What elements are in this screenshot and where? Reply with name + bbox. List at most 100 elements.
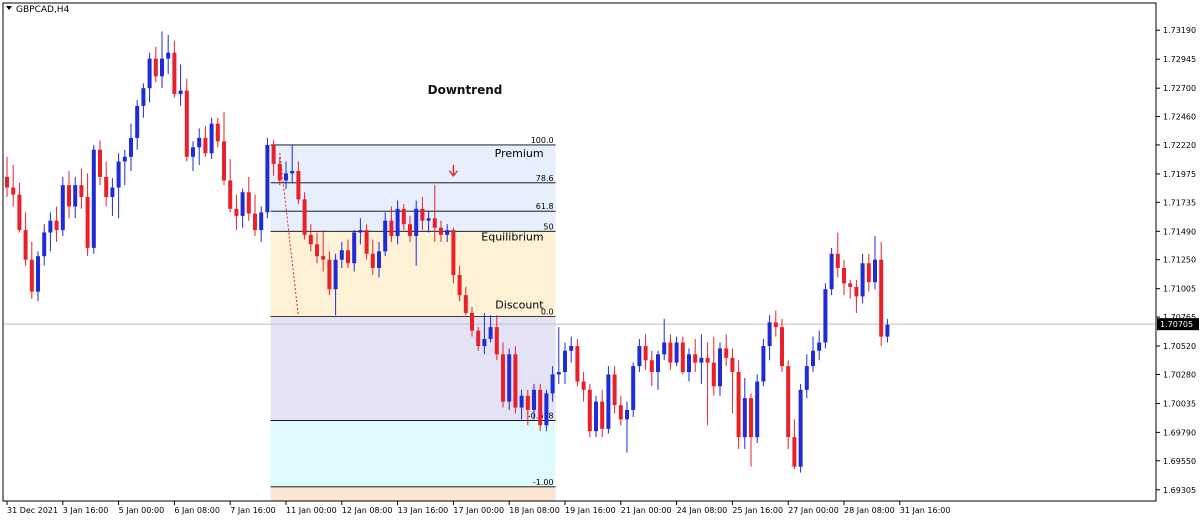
candle [147, 52, 152, 103]
candle [209, 117, 214, 160]
candle-body [848, 283, 853, 287]
candle-body [507, 354, 512, 402]
candle [792, 419, 797, 470]
time-tick-label: 13 Jan 16:00 [398, 506, 449, 515]
candle-body [54, 220, 59, 231]
candle-body [116, 161, 121, 188]
price-axis: 1.73190 1.72945 1.72700 1.72460 1.72220 1.719… [1156, 26, 1199, 495]
candle [110, 178, 115, 216]
time-axis: 31 Dec 2021 3 Jan 16:00 5 Jan 00:00 6 Jan 0… [6, 501, 950, 515]
chart-window[interactable]: 100.078.661.8500.0-0.618-1.00PremiumEqui… [0, 0, 1200, 519]
candle [749, 393, 753, 467]
candle-body [792, 437, 797, 467]
time-tick-label: 24 Jan 08:00 [677, 506, 728, 515]
candle [866, 253, 871, 292]
candle [761, 338, 766, 387]
candle [48, 212, 53, 252]
time-tick-label: 19 Jan 16:00 [565, 506, 616, 515]
candle-body [680, 342, 685, 373]
candle [854, 279, 859, 313]
candle-body [222, 141, 226, 181]
candle [79, 168, 84, 209]
candle [184, 78, 189, 162]
candle-body [749, 398, 753, 438]
candle-body [153, 58, 158, 77]
candle [755, 374, 760, 444]
candle [873, 236, 877, 290]
candle [730, 348, 735, 414]
candle-body [85, 196, 90, 248]
candle [643, 334, 648, 370]
candle [29, 241, 34, 299]
candle-body [17, 194, 22, 231]
candle [203, 126, 208, 157]
candle-body [767, 322, 772, 347]
candle-body [618, 405, 623, 420]
candle-body [556, 372, 561, 375]
candle [191, 141, 195, 171]
candle [718, 342, 722, 396]
time-tick-label: 18 Jan 08:00 [509, 506, 560, 515]
candle-body [470, 312, 474, 331]
candle-body [302, 199, 307, 235]
candle [606, 366, 611, 434]
candle-body [370, 253, 375, 268]
candle-body [885, 324, 890, 337]
time-tick-label: 6 Jan 08:00 [174, 506, 220, 515]
candle-body [829, 253, 834, 290]
candle-body [563, 350, 567, 373]
candle [767, 315, 772, 361]
candle-body [742, 398, 747, 438]
candle-body [110, 187, 115, 197]
candle [631, 362, 636, 418]
candle [17, 182, 22, 233]
candle-body [73, 185, 78, 207]
fibonacci-zones [270, 144, 556, 501]
time-tick-label: 11 Jan 00:00 [286, 506, 337, 515]
candle-body [631, 366, 636, 410]
price-tick-label: 1.73190 [1163, 26, 1196, 35]
candle-body [718, 348, 722, 387]
candle-body [594, 401, 598, 432]
candle-body [184, 90, 189, 157]
candle-body [67, 185, 71, 207]
fib-level-label: 50 [543, 222, 553, 231]
candle [581, 372, 586, 402]
time-tick-label: 7 Jan 16:00 [230, 506, 276, 515]
candle-body [724, 348, 729, 358]
candle-body [550, 374, 555, 394]
candle [215, 117, 220, 148]
candle-body [575, 346, 580, 382]
candle [234, 194, 239, 231]
candle [556, 327, 561, 384]
candlestick-chart[interactable]: 100.078.661.8500.0-0.618-1.00PremiumEqui… [0, 0, 1200, 519]
candle [544, 389, 549, 432]
candle [656, 350, 660, 390]
candle-body [29, 259, 34, 292]
candle [91, 144, 96, 254]
candle-body [36, 256, 40, 292]
price-tick-label: 1.72700 [1163, 84, 1196, 93]
fib-zone-label: Discount [495, 298, 544, 311]
candle-body [755, 381, 760, 438]
candle [780, 318, 784, 373]
candle-body [873, 259, 877, 283]
candle [842, 259, 846, 296]
candle-body [414, 208, 419, 237]
candle-body [234, 208, 239, 216]
candle-body [315, 244, 319, 257]
candle-body [854, 286, 859, 297]
price-tick-label: 1.71975 [1163, 170, 1196, 179]
time-tick-label: 12 Jan 08:00 [342, 506, 393, 515]
candle-body [879, 259, 884, 337]
candle-body [91, 149, 96, 248]
candle-body [191, 147, 195, 157]
chart-title: Downtrend [428, 83, 503, 97]
discount-zone [270, 316, 556, 421]
candle-body [439, 227, 443, 235]
candle [222, 111, 226, 186]
candle [563, 342, 567, 384]
current-price-value: 1.70705 [1160, 320, 1193, 329]
candle [618, 395, 623, 426]
candle [699, 334, 704, 384]
